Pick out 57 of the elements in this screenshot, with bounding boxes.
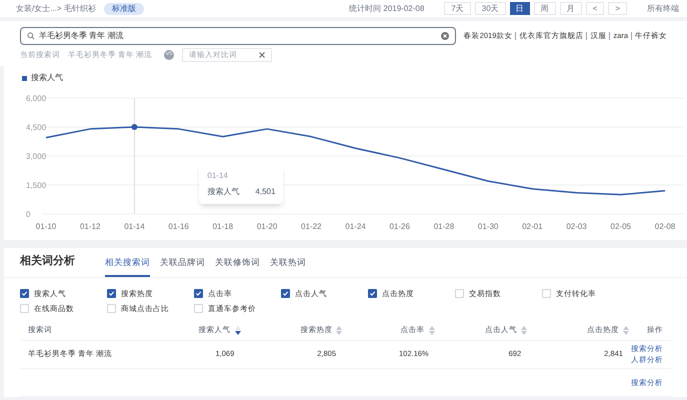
breadcrumb[interactable]: 女装/女士...> 毛针织衫	[16, 4, 96, 12]
period-button[interactable]: 月	[560, 2, 582, 15]
checkbox[interactable]	[455, 289, 464, 298]
tab[interactable]: 关联热词	[270, 256, 306, 277]
clear-icon[interactable]	[440, 32, 449, 40]
checkbox[interactable]	[20, 304, 29, 314]
data-point	[131, 124, 138, 130]
y-axis-label: 6,000	[26, 94, 46, 103]
section-title: 相关词分析	[20, 254, 75, 268]
x-axis-label: 01-24	[345, 222, 366, 231]
stat-time: 统计时间 2019-02-08	[349, 4, 424, 12]
x-axis-label: 02-01	[522, 222, 543, 231]
x-axis-label: 02-05	[610, 222, 632, 231]
tab[interactable]: 关联修饰词	[215, 256, 260, 277]
x-axis-label: 01-26	[389, 222, 410, 231]
y-axis-label: 4,500	[26, 123, 46, 132]
x-axis-label: 02-03	[566, 222, 587, 231]
tab[interactable]: 关联品牌词	[160, 256, 205, 277]
x-axis-label: 01-10	[36, 222, 56, 231]
next-button[interactable]: >	[608, 2, 627, 15]
period-button[interactable]: 7天	[444, 2, 471, 15]
x-axis-label: 01-14	[124, 222, 145, 231]
x-axis-label: 01-18	[212, 222, 234, 231]
checkbox[interactable]	[281, 289, 290, 298]
tooltip-value: 4,501	[255, 186, 276, 198]
legend-swatch	[22, 76, 27, 80]
tooltip-label: 搜索人气	[207, 186, 240, 198]
prev-button[interactable]: <	[586, 2, 604, 15]
x-axis-label: 01-28	[434, 222, 454, 231]
x-axis-label: 01-12	[80, 222, 100, 231]
checkbox[interactable]	[542, 289, 551, 298]
close-icon[interactable]	[259, 52, 266, 58]
search-field[interactable]: 羊毛衫男冬季 青年 潮流	[20, 27, 456, 45]
tab[interactable]: 相关搜索词	[105, 256, 150, 277]
legend-label[interactable]: 搜索人气	[31, 72, 63, 84]
x-axis-label: 01-30	[478, 222, 498, 231]
x-axis-label: 02-08	[654, 222, 676, 231]
edition-badge: 标准版	[104, 2, 144, 14]
checkbox[interactable]	[20, 289, 29, 298]
period-button[interactable]: 日	[510, 2, 530, 15]
terminal-select[interactable]: 所有终端	[647, 4, 679, 12]
checkbox[interactable]	[368, 289, 377, 298]
y-axis-label: 0	[26, 210, 30, 219]
y-axis-label: 3,000	[26, 152, 46, 161]
checkbox[interactable]	[107, 289, 116, 298]
tooltip-date: 01-14	[207, 170, 229, 182]
checkbox[interactable]	[194, 289, 203, 298]
x-axis-label: 01-20	[256, 222, 278, 231]
x-axis-label: 01-22	[301, 222, 322, 231]
period-button[interactable]: 30天	[474, 2, 506, 15]
x-axis-label: 01-16	[168, 222, 189, 231]
period-button[interactable]: 周	[534, 2, 556, 15]
checkbox[interactable]	[107, 304, 116, 314]
sort-icon[interactable]	[234, 326, 241, 334]
y-axis-label: 1,500	[26, 181, 46, 190]
search-icon	[27, 32, 35, 40]
checkbox[interactable]	[194, 304, 203, 314]
